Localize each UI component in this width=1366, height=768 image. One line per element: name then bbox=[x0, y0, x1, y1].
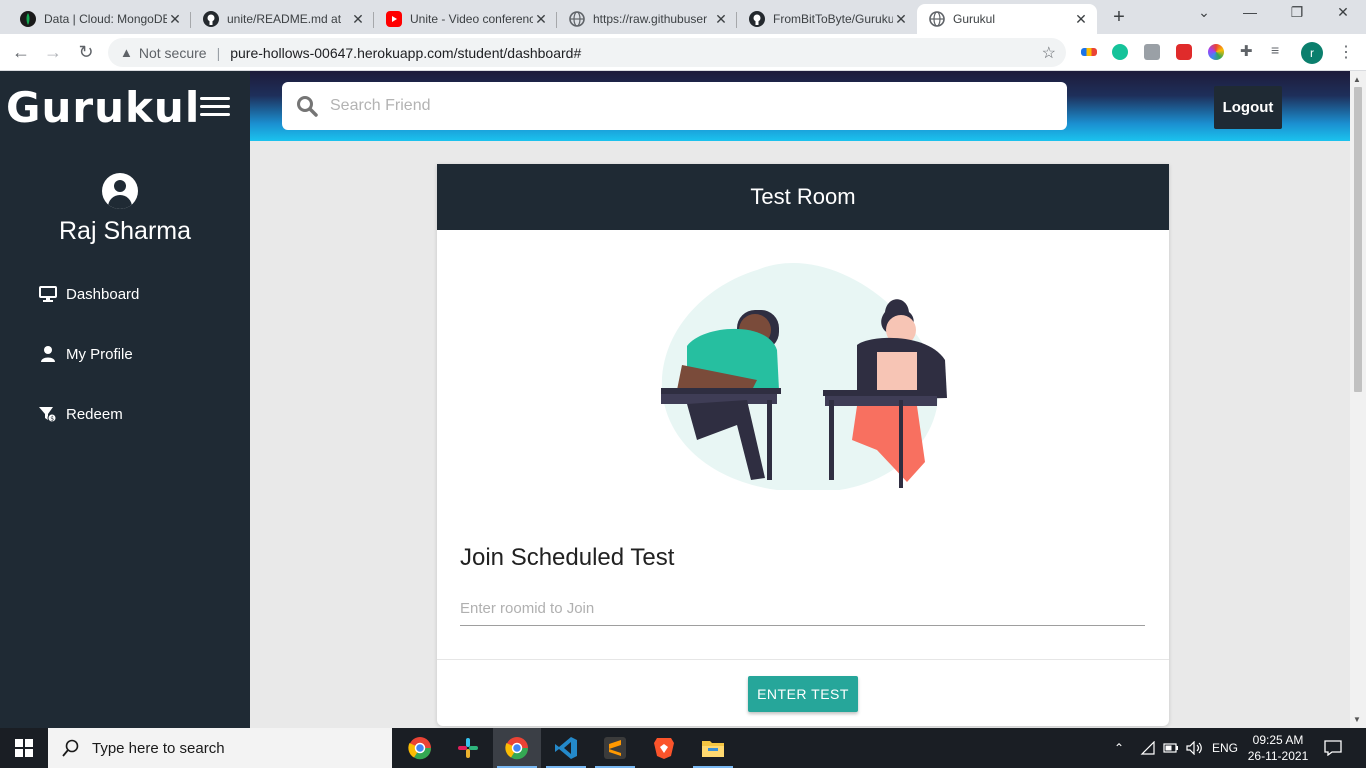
bookmark-star-icon[interactable]: ☆ bbox=[1042, 43, 1056, 63]
sidebar-item-label: Dashboard bbox=[66, 285, 140, 303]
vscode-icon[interactable] bbox=[542, 728, 590, 768]
card-title: Test Room bbox=[437, 164, 1169, 230]
globe-icon bbox=[929, 11, 945, 27]
globe-icon bbox=[569, 11, 585, 27]
browser-tab[interactable]: unite/README.md at ✕ bbox=[191, 4, 374, 34]
sidebar-item-dashboard[interactable]: Dashboard bbox=[38, 285, 139, 303]
tab-title: Data | Cloud: MongoDB bbox=[44, 12, 167, 26]
join-test-heading: Join Scheduled Test bbox=[460, 544, 675, 571]
sublime-text-icon[interactable] bbox=[591, 728, 639, 768]
forward-button[interactable]: → bbox=[42, 42, 64, 62]
logout-button[interactable]: Logout bbox=[1214, 86, 1282, 129]
room-id-input[interactable] bbox=[460, 592, 1145, 626]
minimize-button[interactable]: — bbox=[1236, 4, 1264, 20]
user-name: Raj Sharma bbox=[59, 217, 191, 245]
tab-title: Gurukul bbox=[953, 12, 996, 26]
close-icon[interactable]: ✕ bbox=[533, 11, 549, 28]
sidebar-item-redeem[interactable]: $ Redeem bbox=[38, 405, 123, 423]
windows-taskbar: Type here to search ⌃ ENG 09:25 AM 26-11… bbox=[0, 728, 1366, 768]
clock-date: 26-11-2021 bbox=[1247, 749, 1309, 763]
sidebar-item-label: My Profile bbox=[66, 345, 133, 363]
grammarly-icon[interactable] bbox=[1112, 44, 1128, 60]
extensions-puzzle-icon[interactable]: ✚ bbox=[1240, 42, 1256, 60]
friend-search-box bbox=[282, 82, 1067, 130]
window-close-button[interactable]: ✕ bbox=[1329, 4, 1357, 21]
file-explorer-icon[interactable] bbox=[689, 728, 737, 768]
sidebar-item-label: Redeem bbox=[66, 405, 123, 423]
app-header: Logout bbox=[250, 71, 1350, 141]
video-extension-icon[interactable] bbox=[1176, 44, 1192, 60]
windows-start-icon[interactable] bbox=[0, 728, 48, 768]
close-icon[interactable]: ✕ bbox=[1073, 11, 1089, 28]
url-text[interactable]: pure-hollows-00647.herokuapp.com/student… bbox=[230, 45, 581, 61]
address-bar[interactable]: ▲ Not secure | pure-hollows-00647.heroku… bbox=[108, 38, 1066, 67]
wifi-icon[interactable] bbox=[1140, 728, 1156, 768]
notifications-icon[interactable] bbox=[1324, 728, 1342, 768]
github-icon bbox=[203, 11, 219, 27]
brave-icon[interactable] bbox=[640, 728, 688, 768]
page-scrollbar[interactable]: ▲ ▼ bbox=[1350, 71, 1366, 728]
tab-title: FromBitToByte/Gurukul bbox=[773, 12, 893, 26]
color-picker-icon[interactable] bbox=[1208, 44, 1224, 60]
test-room-card: Test Room Join Scheduled Test ENTER TEST bbox=[437, 164, 1169, 726]
chrome-active-icon[interactable] bbox=[493, 728, 541, 768]
windows-search-box[interactable]: Type here to search bbox=[48, 728, 392, 768]
students-taking-test-illustration bbox=[661, 263, 947, 490]
battery-icon[interactable] bbox=[1163, 728, 1179, 768]
browser-tab-active[interactable]: Gurukul ✕ bbox=[917, 4, 1097, 34]
mongodb-leaf-icon bbox=[20, 11, 36, 27]
back-button[interactable]: ← bbox=[10, 42, 32, 62]
restore-button[interactable]: ❐ bbox=[1283, 4, 1311, 21]
browser-tab[interactable]: Unite - Video conference ✕ bbox=[374, 4, 557, 34]
close-icon[interactable]: ✕ bbox=[167, 11, 183, 28]
tab-title: Unite - Video conference bbox=[410, 12, 533, 26]
hamburger-menu-icon[interactable] bbox=[200, 97, 230, 119]
github-icon bbox=[749, 11, 765, 27]
extension-icon[interactable] bbox=[1144, 44, 1160, 60]
monitor-icon bbox=[38, 285, 58, 303]
profile-avatar[interactable]: r bbox=[1301, 42, 1323, 64]
user-avatar-icon bbox=[102, 173, 138, 209]
show-hidden-icons[interactable]: ⌃ bbox=[1114, 728, 1124, 768]
volume-icon[interactable] bbox=[1186, 728, 1204, 768]
system-clock[interactable]: 09:25 AM 26-11-2021 bbox=[1246, 732, 1310, 764]
browser-tab-strip: Data | Cloud: MongoDB ✕ unite/README.md … bbox=[0, 0, 1366, 34]
enter-test-button[interactable]: ENTER TEST bbox=[748, 676, 858, 712]
svg-text:$: $ bbox=[50, 416, 54, 423]
sidebar-item-my-profile[interactable]: My Profile bbox=[38, 345, 133, 363]
sidebar: Gurukul Raj Sharma Dashboard My Profile … bbox=[0, 71, 250, 728]
search-icon bbox=[62, 739, 80, 757]
close-icon[interactable]: ✕ bbox=[713, 11, 729, 28]
chrome-icon[interactable] bbox=[396, 728, 444, 768]
windows-search-text: Type here to search bbox=[92, 739, 225, 757]
browser-tab[interactable]: FromBitToByte/Gurukul ✕ bbox=[737, 4, 917, 34]
close-icon[interactable]: ✕ bbox=[893, 11, 909, 28]
reload-button[interactable]: ↻ bbox=[75, 42, 97, 62]
close-icon[interactable]: ✕ bbox=[350, 11, 366, 28]
slack-icon[interactable] bbox=[444, 728, 492, 768]
brand-logo[interactable]: Gurukul bbox=[6, 83, 200, 132]
browser-toolbar: ← → ↻ ▲ Not secure | pure-hollows-00647.… bbox=[0, 34, 1366, 71]
new-tab-button[interactable]: + bbox=[1108, 6, 1130, 29]
security-label[interactable]: Not secure bbox=[139, 45, 207, 61]
menu-kebab-icon[interactable]: ⋮ bbox=[1338, 42, 1354, 62]
redeem-icon: $ bbox=[38, 405, 58, 423]
browser-tab[interactable]: Data | Cloud: MongoDB ✕ bbox=[8, 4, 191, 34]
media-control-icon[interactable]: ≡ bbox=[1271, 42, 1287, 58]
clock-time: 09:25 AM bbox=[1252, 733, 1304, 747]
browser-tab[interactable]: https://raw.githubuser ✕ bbox=[557, 4, 737, 34]
input-language[interactable]: ENG bbox=[1212, 728, 1238, 768]
extension-icon[interactable] bbox=[1081, 48, 1097, 56]
youtube-icon bbox=[386, 11, 402, 27]
tab-title: unite/README.md at bbox=[227, 12, 342, 26]
tab-title: https://raw.githubuser bbox=[593, 12, 708, 26]
user-icon bbox=[38, 345, 58, 363]
tab-search-icon[interactable]: ⌄ bbox=[1190, 4, 1218, 21]
search-icon bbox=[296, 95, 318, 117]
search-friend-input[interactable] bbox=[330, 97, 1030, 115]
warning-icon: ▲ bbox=[120, 45, 133, 60]
